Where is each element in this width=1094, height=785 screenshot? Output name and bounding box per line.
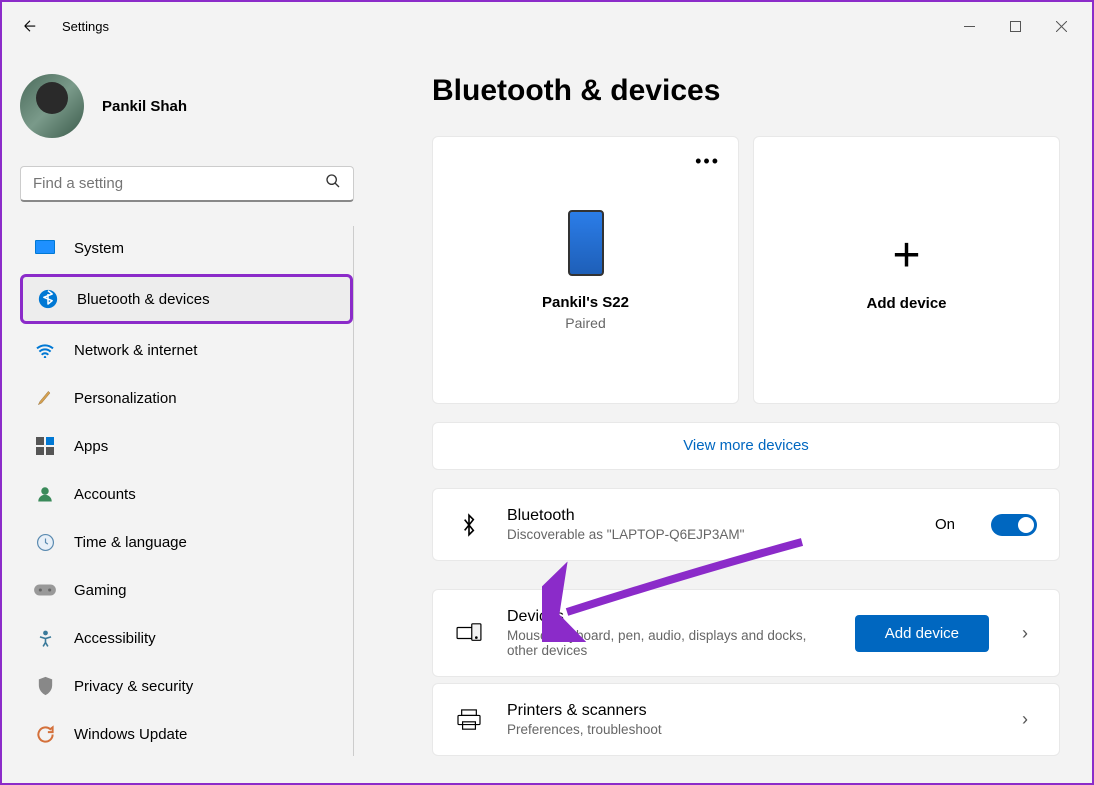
sidebar-item-label: Network & internet — [74, 342, 197, 359]
row-title: Bluetooth — [507, 507, 911, 525]
row-sub: Mouse, keyboard, pen, audio, displays an… — [507, 628, 831, 658]
gamepad-icon — [34, 579, 56, 601]
sidebar-item-system[interactable]: System — [20, 226, 353, 270]
system-icon — [34, 237, 56, 259]
search-box[interactable] — [20, 166, 354, 202]
row-sub: Discoverable as "LAPTOP-Q6EJP3AM" — [507, 527, 911, 542]
chevron-right-icon: › — [1013, 623, 1037, 644]
search-input[interactable] — [33, 175, 325, 192]
row-title: Printers & scanners — [507, 702, 989, 720]
maximize-button[interactable] — [992, 10, 1038, 42]
profile[interactable]: Pankil Shah — [20, 50, 354, 158]
accessibility-icon — [34, 627, 56, 649]
sidebar-item-label: Accessibility — [74, 630, 156, 647]
paired-device-card[interactable]: ••• Pankil's S22 Paired — [432, 136, 739, 404]
devices-icon — [455, 622, 483, 644]
sidebar: Pankil Shah System Bluetooth & devices N… — [2, 50, 372, 783]
sidebar-item-gaming[interactable]: Gaming — [20, 568, 353, 612]
sidebar-item-label: Gaming — [74, 582, 127, 599]
sidebar-item-label: Privacy & security — [74, 678, 193, 695]
username: Pankil Shah — [102, 98, 187, 115]
wifi-icon — [34, 339, 56, 361]
bluetooth-row: Bluetooth Discoverable as "LAPTOP-Q6EJP3… — [432, 488, 1060, 561]
titlebar: Settings — [2, 2, 1092, 50]
avatar — [20, 74, 84, 138]
bluetooth-toggle[interactable] — [991, 514, 1037, 536]
sidebar-item-bluetooth[interactable]: Bluetooth & devices — [20, 274, 353, 324]
sidebar-item-personalization[interactable]: Personalization — [20, 376, 353, 420]
sidebar-item-label: Bluetooth & devices — [77, 291, 210, 308]
sidebar-item-label: Personalization — [74, 390, 177, 407]
sidebar-item-label: Apps — [74, 438, 108, 455]
printers-row[interactable]: Printers & scanners Preferences, trouble… — [432, 683, 1060, 756]
bluetooth-icon — [455, 512, 483, 538]
add-device-label: Add device — [866, 295, 946, 312]
sidebar-item-update[interactable]: Windows Update — [20, 712, 353, 756]
shield-icon — [34, 675, 56, 697]
person-icon — [34, 483, 56, 505]
sidebar-item-network[interactable]: Network & internet — [20, 328, 353, 372]
close-button[interactable] — [1038, 10, 1084, 42]
clock-icon — [34, 531, 56, 553]
chevron-right-icon: › — [1013, 709, 1037, 730]
add-device-button[interactable]: Add device — [855, 615, 989, 652]
sidebar-item-label: Time & language — [74, 534, 187, 551]
row-title: Devices — [507, 608, 831, 626]
apps-icon — [34, 435, 56, 457]
app-title: Settings — [62, 19, 109, 34]
toggle-state: On — [935, 516, 955, 533]
brush-icon — [34, 387, 56, 409]
sidebar-item-accounts[interactable]: Accounts — [20, 472, 353, 516]
bluetooth-icon — [37, 288, 59, 310]
sidebar-item-label: Windows Update — [74, 726, 187, 743]
window-controls — [946, 10, 1084, 42]
sidebar-item-label: System — [74, 240, 124, 257]
device-status: Paired — [565, 315, 605, 331]
more-icon[interactable]: ••• — [695, 151, 720, 172]
plus-icon: + — [892, 228, 920, 283]
back-button[interactable] — [10, 6, 50, 46]
minimize-button[interactable] — [946, 10, 992, 42]
add-device-card[interactable]: + Add device — [753, 136, 1060, 404]
view-more-devices[interactable]: View more devices — [432, 422, 1060, 470]
printer-icon — [455, 709, 483, 731]
nav: System Bluetooth & devices Network & int… — [20, 226, 354, 756]
view-more-link[interactable]: View more devices — [683, 437, 809, 454]
page-title: Bluetooth & devices — [432, 74, 1060, 108]
device-name: Pankil's S22 — [542, 294, 629, 311]
row-sub: Preferences, troubleshoot — [507, 722, 989, 737]
update-icon — [34, 723, 56, 745]
phone-icon — [568, 210, 604, 276]
search-icon — [325, 173, 341, 194]
sidebar-item-label: Accounts — [74, 486, 136, 503]
main-content: Bluetooth & devices ••• Pankil's S22 Pai… — [372, 50, 1092, 783]
sidebar-item-accessibility[interactable]: Accessibility — [20, 616, 353, 660]
sidebar-item-privacy[interactable]: Privacy & security — [20, 664, 353, 708]
sidebar-item-time[interactable]: Time & language — [20, 520, 353, 564]
devices-row[interactable]: Devices Mouse, keyboard, pen, audio, dis… — [432, 589, 1060, 677]
sidebar-item-apps[interactable]: Apps — [20, 424, 353, 468]
